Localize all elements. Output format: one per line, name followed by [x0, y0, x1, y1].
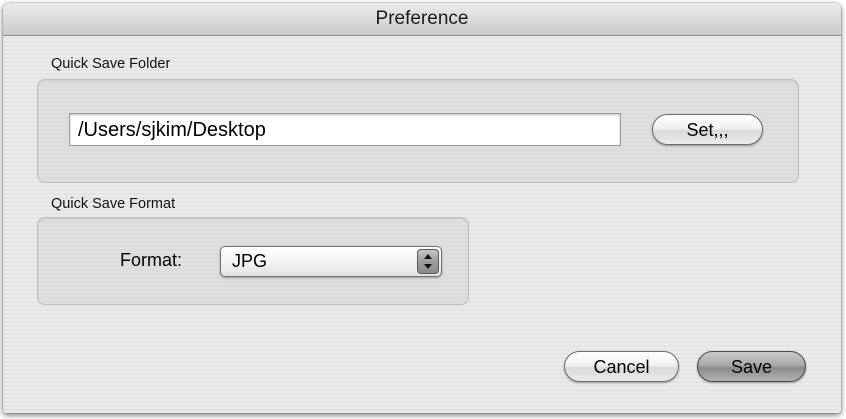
quick-save-format-label: Quick Save Format — [51, 196, 176, 212]
format-select[interactable]: JPG — [220, 246, 442, 277]
quick-save-folder-label: Quick Save Folder — [51, 56, 171, 72]
cancel-button[interactable]: Cancel — [564, 351, 679, 382]
format-label: Format: — [120, 250, 183, 270]
save-button[interactable]: Save — [697, 351, 806, 382]
set-folder-button[interactable]: Set,,, — [652, 114, 763, 145]
preference-dialog: Preference Quick Save Folder /Users/sjki… — [3, 3, 841, 413]
updown-arrows-icon — [417, 249, 439, 274]
folder-path-field[interactable]: /Users/sjkim/Desktop — [69, 113, 621, 146]
format-select-value: JPG — [232, 251, 268, 271]
window-title: Preference — [3, 3, 841, 36]
